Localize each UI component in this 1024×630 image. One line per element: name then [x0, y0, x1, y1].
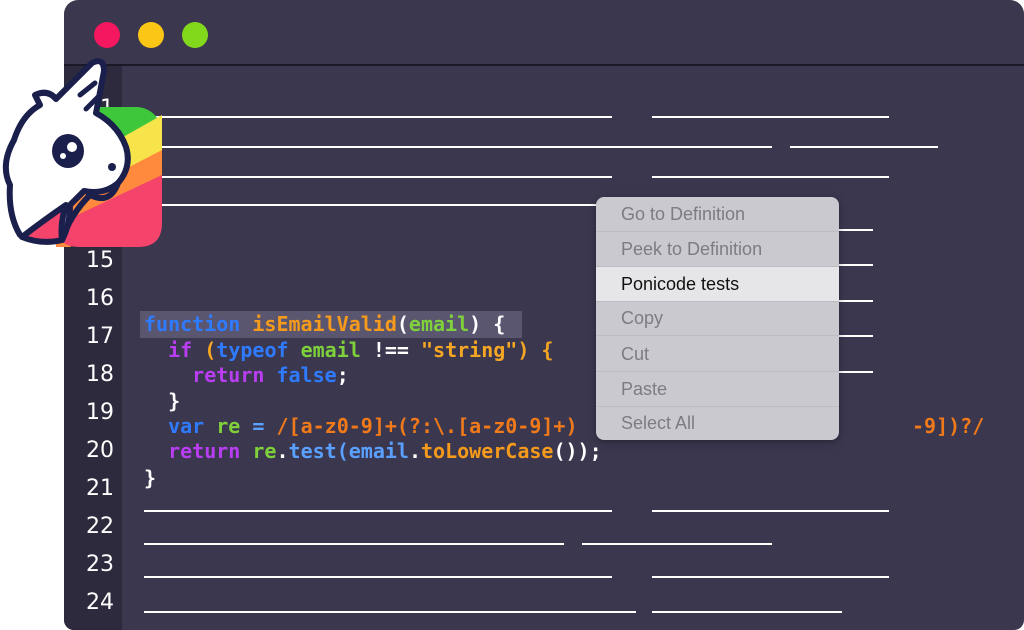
operator: = — [240, 414, 277, 438]
unicorn-logo-icon — [2, 58, 162, 247]
placeholder-code-line — [144, 611, 636, 613]
code-line-23[interactable]: } — [144, 466, 156, 491]
menu-item-select-all[interactable]: Select All — [596, 406, 839, 440]
menu-item-paste[interactable]: Paste — [596, 372, 839, 407]
keyword: return — [192, 363, 265, 387]
placeholder-code-line — [652, 576, 889, 578]
code-line-17[interactable]: function isEmailValid(email) { — [144, 312, 505, 337]
string-literal: "string" — [421, 338, 518, 362]
minimize-button[interactable] — [138, 22, 164, 48]
placeholder-code-line — [144, 116, 612, 118]
variable: re — [252, 439, 277, 463]
punctuation: ( — [192, 338, 217, 362]
punctuation: ; — [336, 363, 349, 387]
editor-window: 1 15 16 17 18 19 20 21 22 23 24 function… — [64, 0, 1024, 630]
operator: !== — [360, 338, 422, 362]
placeholder-code-line — [652, 510, 889, 512]
line-number: 23 — [86, 552, 114, 577]
placeholder-code-line — [839, 335, 873, 337]
placeholder-code-line — [839, 371, 873, 373]
placeholder-code-line — [144, 146, 772, 148]
line-number: 20 — [86, 438, 114, 463]
menu-item-cut[interactable]: Cut — [596, 337, 839, 372]
brace: } — [168, 389, 181, 413]
line-number: 15 — [86, 248, 114, 273]
punctuation: ) { — [517, 338, 554, 362]
placeholder-code-line — [652, 611, 842, 613]
punctuation: ) { — [469, 312, 506, 336]
placeholder-code-line — [839, 264, 873, 266]
placeholder-code-line — [839, 300, 873, 302]
parameter: email — [408, 312, 470, 336]
placeholder-code-line — [144, 176, 612, 178]
menu-item-ponicode-tests[interactable]: Ponicode tests — [596, 267, 839, 302]
punctuation: . — [276, 439, 289, 463]
boolean-literal: false — [276, 363, 337, 387]
maximize-button[interactable] — [182, 22, 208, 48]
punctuation: ()); — [553, 439, 602, 463]
regex-literal: -9])?/ — [912, 414, 985, 438]
function-name: isEmailValid — [252, 312, 397, 336]
keyword: if — [168, 338, 193, 362]
placeholder-code-line — [144, 204, 596, 206]
placeholder-code-line — [652, 116, 889, 118]
line-number: 21 — [86, 476, 114, 501]
code-line-21-tail: -9])?/ — [912, 414, 984, 439]
line-number: 22 — [86, 514, 114, 539]
line-number: 17 — [86, 324, 114, 349]
code-line-20[interactable]: } — [144, 389, 180, 414]
placeholder-code-line — [144, 576, 612, 578]
menu-item-peek-to-definition[interactable]: Peek to Definition — [596, 232, 839, 267]
code-line-19[interactable]: return false; — [144, 363, 349, 388]
code-line-22[interactable]: return re.test(email.toLowerCase()); — [144, 439, 602, 464]
line-number: 16 — [86, 286, 114, 311]
keyword: return — [168, 439, 241, 463]
placeholder-code-line — [144, 543, 564, 545]
line-number: 19 — [86, 400, 114, 425]
menu-item-go-to-definition[interactable]: Go to Definition — [596, 197, 839, 232]
punctuation: ( — [336, 439, 349, 463]
placeholder-code-line — [839, 229, 873, 231]
method-name: test — [288, 439, 337, 463]
punctuation: ( — [396, 312, 409, 336]
context-menu: Go to Definition Peek to Definition Poni… — [596, 197, 839, 440]
placeholder-code-line — [790, 146, 938, 148]
punctuation: . — [408, 439, 422, 463]
line-number: 18 — [86, 362, 114, 387]
close-button[interactable] — [94, 22, 120, 48]
keyword: function — [144, 312, 241, 336]
code-line-21[interactable]: var re = /[a-z0-9]+(?:\.[a-z0-9]+) — [144, 414, 578, 439]
code-line-18[interactable]: if (typeof email !== "string") { — [144, 338, 553, 363]
regex-literal: /[a-z0-9]+(?:\.[a-z0-9]+) — [276, 414, 578, 438]
variable: email — [348, 439, 409, 463]
menu-item-copy[interactable]: Copy — [596, 301, 839, 336]
line-number: 24 — [86, 590, 114, 615]
placeholder-code-line — [652, 176, 889, 178]
placeholder-code-line — [144, 510, 612, 512]
title-bar — [64, 0, 1024, 66]
keyword: var — [168, 414, 205, 438]
variable: re — [216, 414, 241, 438]
placeholder-code-line — [582, 543, 772, 545]
variable: email — [300, 338, 361, 362]
brace: } — [144, 466, 157, 490]
method-name: toLowerCase — [421, 439, 554, 463]
keyword: typeof — [216, 338, 289, 362]
